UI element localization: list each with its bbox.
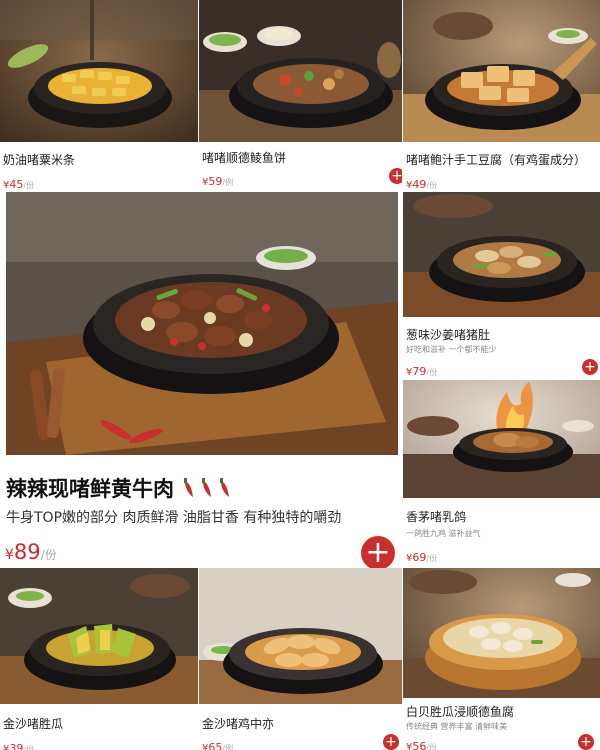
dish-card[interactable]: 金沙啫鸡中亦 ¥65/例 + — [199, 568, 402, 750]
dish-photo — [403, 568, 600, 698]
add-to-cart-button[interactable]: + — [582, 359, 598, 375]
dish-card[interactable]: 香茅啫乳鸽 一鸽胜九鸡 滋补益气 ¥69/份 — [403, 380, 600, 566]
dish-name: 葱味沙姜啫猪肚 — [406, 328, 491, 342]
dish-price: ¥79/份 — [406, 365, 438, 378]
dish-card[interactable]: 白贝胜瓜浸顺德鱼腐 传统经典 营养丰富 清鲜味美 ¥56/份 + — [403, 568, 600, 750]
dish-name: 金沙啫胜瓜 — [3, 717, 64, 731]
dish-price: ¥56/份 — [406, 740, 438, 750]
dish-desc: 传统经典 营养丰富 清鲜味美 — [406, 722, 508, 731]
dish-price: ¥59/例 — [202, 175, 234, 188]
dish-card[interactable]: 啫啫顺德鲮鱼饼 ¥59/例 + — [199, 0, 402, 190]
featured-dish-card[interactable]: 辣辣现啫鲜黄牛肉 牛身TOP嫩的部分 肉质鲜滑 油脂甘香 有种独特的嚼劲 ¥89… — [0, 192, 402, 570]
dish-photo — [403, 0, 600, 142]
dish-name: 香茅啫乳鸽 — [406, 510, 467, 524]
dish-photo — [0, 568, 198, 704]
dish-name: 白贝胜瓜浸顺德鱼腐 — [406, 705, 515, 719]
chili-icon — [181, 477, 237, 504]
dish-card[interactable]: 奶油啫粟米条 ¥45/份 — [0, 0, 198, 190]
featured-dish-desc: 牛身TOP嫩的部分 肉质鲜滑 油脂甘香 有种独特的嚼劲 — [6, 510, 342, 526]
add-to-cart-button[interactable]: + — [578, 734, 594, 750]
featured-dish-price: ¥89/份 — [5, 540, 57, 564]
dish-name: 金沙啫鸡中亦 — [202, 717, 275, 731]
add-to-cart-button[interactable]: + — [389, 168, 402, 184]
dish-price: ¥65/例 — [202, 741, 234, 750]
dish-name: 啫啫鲍汁手工豆腐（有鸡蛋成分） — [406, 153, 587, 167]
dish-card[interactable]: 啫啫鲍汁手工豆腐（有鸡蛋成分） ¥49/份 — [403, 0, 600, 190]
dish-desc: 好吃和滋补 一个都不能少 — [406, 345, 497, 354]
dish-price: ¥69/份 — [406, 551, 438, 564]
dish-desc: 一鸽胜九鸡 滋补益气 — [406, 529, 481, 538]
add-to-cart-button[interactable]: + — [361, 536, 395, 570]
dish-photo — [199, 568, 402, 704]
menu-page: 奶油啫粟米条 ¥45/份 啫啫顺德鲮鱼饼 ¥59/例 + 啫啫鲍汁手工豆腐（有鸡… — [0, 0, 600, 750]
dish-photo — [403, 192, 600, 317]
featured-dish-photo — [6, 192, 398, 455]
add-to-cart-button[interactable]: + — [383, 734, 399, 750]
dish-photo — [0, 0, 198, 142]
dish-price: ¥49/份 — [406, 178, 438, 190]
featured-dish-name: 辣辣现啫鲜黄牛肉 — [6, 473, 237, 504]
dish-card[interactable]: 金沙啫胜瓜 ¥39/份 — [0, 568, 198, 750]
dish-card[interactable]: 葱味沙姜啫猪肚 好吃和滋补 一个都不能少 ¥79/份 + — [403, 192, 600, 378]
dish-price: ¥45/份 — [3, 178, 35, 190]
dish-photo — [199, 0, 402, 142]
dish-price: ¥39/份 — [3, 742, 35, 750]
dish-photo — [403, 380, 600, 498]
dish-name: 啫啫顺德鲮鱼饼 — [202, 151, 287, 165]
dish-name: 奶油啫粟米条 — [3, 153, 76, 167]
